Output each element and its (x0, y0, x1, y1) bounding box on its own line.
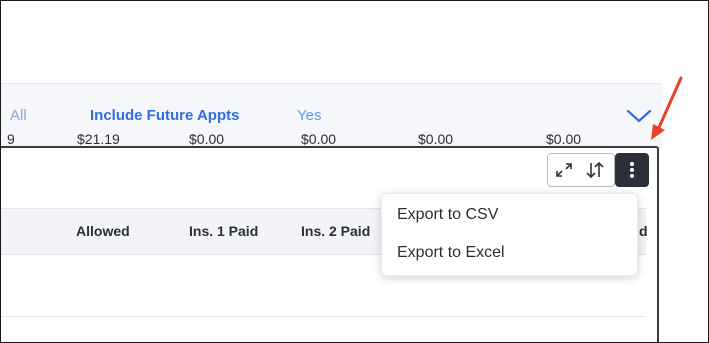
annotation-arrow (651, 76, 683, 140)
column-header-ins2-paid[interactable]: Ins. 2 Paid (301, 223, 370, 239)
grid-toolbar (547, 153, 653, 189)
row-divider (1, 316, 646, 317)
column-header-ins1-paid[interactable]: Ins. 1 Paid (189, 223, 258, 239)
toolbar-button-group (547, 153, 615, 187)
include-future-appts-value[interactable]: Yes (297, 107, 321, 124)
table-cell-ins2-paid: $0.00 (301, 131, 337, 147)
export-menu: Export to CSV Export to Excel (381, 193, 638, 276)
table-cell: $0.00 (546, 131, 582, 147)
table-cell: 9 (7, 131, 15, 147)
column-header-partial-right[interactable]: d (639, 223, 648, 239)
more-options-button[interactable] (615, 153, 649, 187)
sort-icon[interactable] (584, 160, 606, 180)
table-cell: $0.00 (418, 131, 454, 147)
expand-icon[interactable] (553, 160, 575, 180)
export-excel-menu-item[interactable]: Export to Excel (397, 244, 505, 262)
table-cell-ins1-paid: $0.00 (189, 131, 225, 147)
export-csv-menu-item[interactable]: Export to CSV (397, 206, 498, 224)
filter-all-text: All (10, 107, 27, 124)
table-cell-allowed: $21.19 (77, 131, 120, 147)
column-header-allowed[interactable]: Allowed (76, 223, 130, 239)
screenshot-frame: All Include Future Appts Yes l Allowed I… (0, 0, 709, 343)
include-future-appts-label[interactable]: Include Future Appts (90, 107, 239, 124)
more-vertical-icon (630, 162, 634, 178)
